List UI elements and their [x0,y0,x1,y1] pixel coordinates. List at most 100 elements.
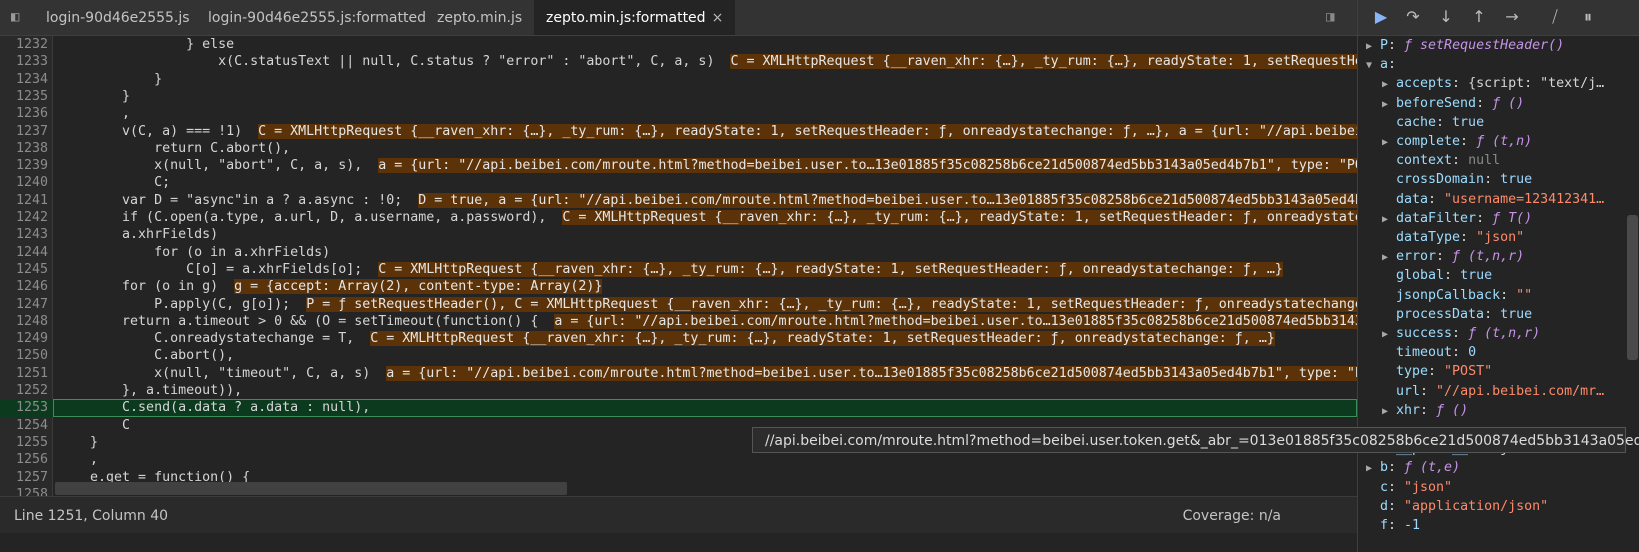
coverage-status[interactable]: Coverage: n/a [1183,508,1281,524]
code-line[interactable]: 1235 } [0,88,1357,106]
line-number[interactable]: 1237 [0,123,48,141]
code-line[interactable]: 1238 return C.abort(), [0,140,1357,158]
line-number[interactable]: 1241 [0,192,48,210]
expand-arrow-right-icon[interactable]: ▶ [1382,402,1396,422]
code-line[interactable]: 1232 } else [0,36,1357,54]
expand-arrow-right-icon[interactable]: ▶ [1382,75,1396,95]
line-number[interactable]: 1236 [0,105,48,123]
code-line[interactable]: 1248 return a.timeout > 0 && (O = setTim… [0,313,1357,331]
scope-entry[interactable]: ▶ dataFilter: ƒ T() [1382,209,1532,229]
tab-login-js[interactable]: login-90d46e2555.js [46,0,190,35]
code-line[interactable]: 1250 C.abort(), [0,347,1357,365]
scope-entry[interactable]: jsonpCallback: "" [1382,286,1532,306]
toggle-debugger-sidebar-icon[interactable]: ◨ [1326,9,1346,25]
step-over-icon[interactable]: ↷ [1402,7,1424,27]
code-line[interactable]: 1234 } [0,71,1357,89]
line-number[interactable]: 1245 [0,261,48,279]
code-line[interactable]: 1244 for (o in a.xhrFields) [0,244,1357,262]
scope-entry[interactable]: ▶ P: ƒ setRequestHeader() [1366,36,1564,56]
expand-arrow-right-icon[interactable]: ▶ [1366,459,1380,479]
line-number[interactable]: 1252 [0,382,48,400]
code-line[interactable]: 1237 v(C, a) === !1) C = XMLHttpRequest … [0,123,1357,141]
code-line[interactable]: 1247 P.apply(C, g[o]); P = ƒ setRequestH… [0,296,1357,314]
line-number[interactable]: 1239 [0,157,48,175]
line-number[interactable]: 1244 [0,244,48,262]
deactivate-breakpoints-icon[interactable]: ⧸ [1544,7,1566,27]
code-line[interactable]: 1251 x(null, "timeout", C, a, s) a = {ur… [0,365,1357,383]
line-number[interactable]: 1251 [0,365,48,383]
code-line-current[interactable]: 1253 C.send(a.data ? a.data : null), [0,399,1357,418]
line-number[interactable]: 1238 [0,140,48,158]
step-icon[interactable]: → [1501,7,1523,27]
scope-entry[interactable]: ▶ b: ƒ (t,e) [1366,458,1460,478]
scope-entry[interactable]: crossDomain: true [1382,170,1532,190]
scope-entry[interactable]: cache: true [1382,113,1484,133]
line-number[interactable]: 1257 [0,469,48,487]
scope-entry[interactable]: context: null [1382,151,1500,171]
line-number[interactable]: 1249 [0,330,48,348]
code-line[interactable]: 1245 C[o] = a.xhrFields[o]; C = XMLHttpR… [0,261,1357,279]
step-into-icon[interactable]: ↓ [1435,7,1457,27]
horizontal-scrollbar[interactable] [55,482,567,495]
line-number[interactable]: 1254 [0,417,48,435]
code-line[interactable]: 1252 }, a.timeout)), [0,382,1357,400]
code-line[interactable]: 1249 C.onreadystatechange = T, C = XMLHt… [0,330,1357,348]
scope-entry[interactable]: ▶ success: ƒ (t,n,r) [1382,324,1540,344]
scope-entry[interactable]: timeout: 0 [1382,343,1476,363]
expand-arrow-right-icon[interactable]: ▶ [1366,37,1380,57]
line-number[interactable]: 1247 [0,296,48,314]
line-number[interactable]: 1233 [0,53,48,71]
code-line[interactable]: 1246 for (o in g) g = {accept: Array(2),… [0,278,1357,296]
step-out-icon[interactable]: ↑ [1468,7,1490,27]
line-number[interactable]: 1253 [0,399,48,417]
scope-entry[interactable]: ▶ xhr: ƒ () [1382,401,1468,421]
resume-icon[interactable]: ▶︎ [1370,7,1392,27]
scope-panel[interactable]: ▶ P: ƒ setRequestHeader() ▼ a: ▶ accepts: {s… [1358,36,1626,552]
pause-on-exceptions-icon[interactable]: ⏸ [1577,7,1599,27]
line-number[interactable]: 1255 [0,434,48,452]
expand-arrow-right-icon[interactable]: ▶ [1382,133,1396,153]
line-number[interactable]: 1242 [0,209,48,227]
close-tab-icon[interactable]: × [712,10,724,26]
scope-entry[interactable]: processData: true [1382,305,1532,325]
scope-entry[interactable]: ▶ accepts: {script: "text/j… [1382,74,1604,94]
tab-zepto-min-js-formatted[interactable]: zepto.min.js:formatted × [534,0,736,35]
code-line[interactable]: 1240 C; [0,174,1357,192]
scope-entry[interactable]: global: true [1382,266,1492,286]
line-number[interactable]: 1246 [0,278,48,296]
scope-entry[interactable]: dataType: "json" [1382,228,1524,248]
expand-arrow-right-icon[interactable]: ▶ [1382,95,1396,115]
scope-entry[interactable]: c: "json" [1366,478,1452,498]
code-line[interactable]: 1241 var D = "async"in a ? a.async : !0;… [0,192,1357,210]
code-line[interactable]: 1242 if (C.open(a.type, a.url, D, a.user… [0,209,1357,227]
line-number[interactable]: 1235 [0,88,48,106]
scope-entry[interactable]: type: "POST" [1382,362,1492,382]
line-number[interactable]: 1248 [0,313,48,331]
line-number[interactable]: 1232 [0,36,48,54]
scope-entry[interactable]: ▶ complete: ƒ (t,n) [1382,132,1532,152]
line-number[interactable]: 1256 [0,451,48,469]
expand-arrow-right-icon[interactable]: ▶ [1382,210,1396,230]
line-number[interactable]: 1243 [0,226,48,244]
code-line[interactable]: 1236 , [0,105,1357,123]
toggle-navigator-icon[interactable]: ◧ [11,9,29,25]
tab-login-js-formatted[interactable]: login-90d46e2555.js:formatted [208,0,426,35]
scope-entry[interactable]: ▼ a: [1366,55,1404,75]
line-number[interactable]: 1240 [0,174,48,192]
scope-entry[interactable]: ▶ beforeSend: ƒ () [1382,94,1524,114]
code-line[interactable]: 1243 a.xhrFields) [0,226,1357,244]
code-line[interactable]: 1239 x(null, "abort", C, a, s), a = {url… [0,157,1357,175]
scope-entry[interactable]: url: "//api.beibei.com/mr… [1382,382,1604,402]
line-number[interactable]: 1250 [0,347,48,365]
scope-entry[interactable]: data: "username=123412341… [1382,190,1604,210]
tab-zepto-min-js[interactable]: zepto.min.js [437,0,522,35]
expand-arrow-down-icon[interactable]: ▼ [1366,56,1380,76]
scope-entry[interactable]: ▶ error: ƒ (t,n,r) [1382,247,1524,267]
line-number[interactable]: 1234 [0,71,48,89]
expand-arrow-right-icon[interactable]: ▶ [1382,248,1396,268]
scope-entry[interactable]: f: -1 [1366,516,1420,536]
expand-arrow-right-icon[interactable]: ▶ [1382,325,1396,345]
scope-entry[interactable]: d: "application/json" [1366,497,1548,517]
scope-scrollbar[interactable] [1627,215,1638,360]
code-line[interactable]: 1233 x(C.statusText || null, C.status ? … [0,53,1357,71]
